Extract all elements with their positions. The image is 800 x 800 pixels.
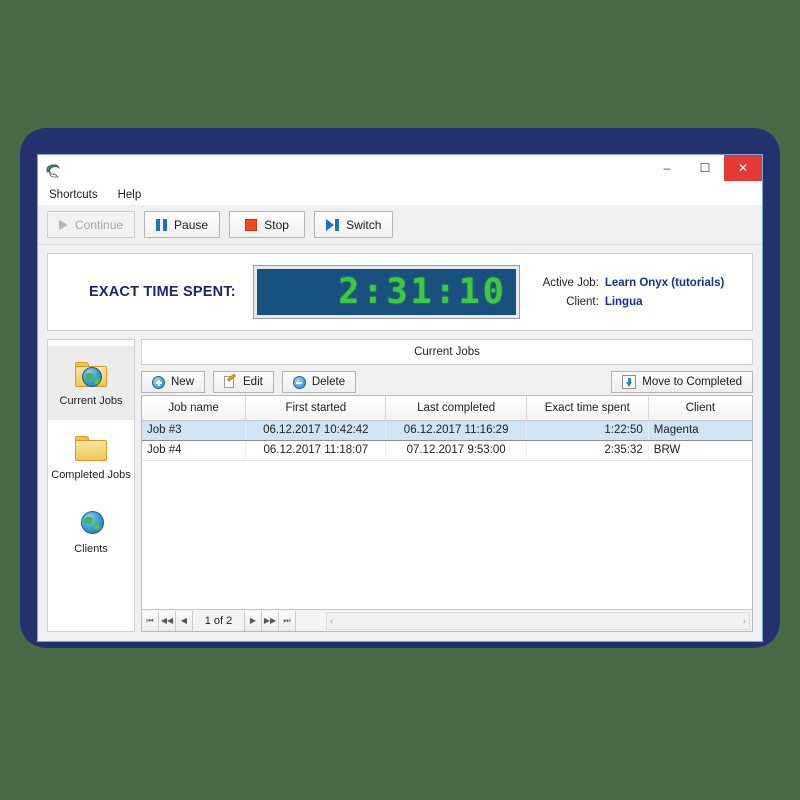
panel-title: Current Jobs: [141, 339, 753, 365]
horizontal-scrollbar[interactable]: ‹ ›: [326, 611, 750, 630]
switch-button[interactable]: Switch: [314, 211, 394, 238]
table-row[interactable]: Job #3 06.12.2017 10:42:42 06.12.2017 11…: [142, 419, 752, 441]
client-row: Client: Lingua: [541, 296, 725, 308]
table-row[interactable]: Job #4 06.12.2017 11:18:07 07.12.2017 9:…: [142, 440, 752, 461]
cell-first-started: 06.12.2017 11:18:07: [245, 440, 387, 461]
cell-last-completed: 07.12.2017 9:53:00: [385, 440, 527, 461]
sidebar-item-current-jobs[interactable]: Current Jobs: [48, 346, 134, 420]
cell-job-name: Job #3: [142, 419, 247, 441]
led-time-display: 2:31:10: [252, 265, 520, 319]
active-job-label: Active Job:: [542, 276, 599, 289]
sidebar-item-label: Clients: [74, 543, 108, 555]
minimize-button[interactable]: –: [648, 155, 686, 181]
active-job-info: Active Job: Learn Onyx (tutorials) Clien…: [541, 277, 725, 308]
grid-empty-space: [142, 460, 752, 609]
folder-icon: [73, 433, 109, 463]
active-job-row: Active Job: Learn Onyx (tutorials): [541, 277, 725, 289]
nav-prev-page-icon[interactable]: ◀◀: [159, 610, 176, 631]
nav-prev-icon[interactable]: ◀: [176, 610, 193, 631]
sidebar-item-label: Current Jobs: [59, 395, 123, 407]
nav-last-icon[interactable]: ⏭: [279, 610, 296, 631]
new-button-label: New: [171, 376, 195, 388]
maximize-button[interactable]: ☐: [686, 155, 724, 181]
nav-page-indicator: 1 of 2: [193, 610, 245, 631]
column-header-job-name[interactable]: Job name: [142, 396, 247, 421]
move-to-completed-label: Move to Completed: [642, 376, 742, 388]
close-icon: ✕: [737, 161, 749, 175]
main-panel: Current Jobs New Edit Delete Move to Com…: [141, 339, 753, 632]
exact-time-spent-label: EXACT TIME SPENT:: [89, 284, 236, 300]
jobs-table: Job name First started Last completed Ex…: [142, 396, 752, 461]
sidebar-item-clients[interactable]: Clients: [48, 494, 134, 568]
column-header-exact-time-spent[interactable]: Exact time spent: [526, 396, 649, 421]
cell-client: BRW: [648, 440, 752, 461]
cell-first-started: 06.12.2017 10:42:42: [245, 419, 387, 441]
continue-button-label: Continue: [75, 217, 124, 232]
nav-next-page-icon[interactable]: ▶▶: [262, 610, 279, 631]
cell-job-name: Job #4: [142, 440, 247, 461]
content-area: EXACT TIME SPENT: 2:31:10 Active Job: Le…: [38, 245, 762, 641]
scroll-left-icon[interactable]: ‹: [330, 616, 333, 626]
nav-next-icon[interactable]: ▶: [245, 610, 262, 631]
crud-toolbar: New Edit Delete Move to Completed: [141, 365, 753, 395]
column-header-client[interactable]: Client: [648, 396, 752, 421]
sidebar-item-label: Completed Jobs: [51, 469, 131, 481]
lower-region: Current Jobs Completed Jobs Clients Curr…: [47, 339, 753, 632]
minus-circle-icon: [292, 375, 306, 389]
stop-button-label: Stop: [264, 217, 289, 232]
title-bar: – ☐ ✕: [38, 155, 762, 185]
menu-item-shortcuts[interactable]: Shortcuts: [46, 188, 101, 202]
move-to-completed-button[interactable]: Move to Completed: [611, 371, 753, 393]
minimize-icon: –: [663, 161, 671, 175]
table-header-row: Job name First started Last completed Ex…: [142, 396, 752, 421]
client-label: Client:: [566, 295, 599, 308]
pause-button-label: Pause: [174, 217, 209, 232]
toolbar: Continue Pause Stop Switch: [38, 205, 762, 245]
grid-navigator: ⏮ ◀◀ ◀ 1 of 2 ▶ ▶▶ ⏭ ‹ ›: [142, 609, 752, 631]
menu-item-label: Shortcuts: [49, 189, 98, 201]
cell-exact-time-spent: 1:22:50: [526, 419, 649, 441]
column-header-first-started[interactable]: First started: [245, 396, 387, 421]
pause-icon: [156, 218, 168, 231]
timer-panel: EXACT TIME SPENT: 2:31:10 Active Job: Le…: [47, 253, 753, 331]
sidebar-item-completed-jobs[interactable]: Completed Jobs: [48, 420, 134, 494]
cell-last-completed: 06.12.2017 11:16:29: [385, 419, 527, 441]
pause-button[interactable]: Pause: [144, 211, 221, 238]
continue-button[interactable]: Continue: [47, 211, 136, 238]
client-value: Lingua: [604, 295, 643, 308]
app-icon: [44, 161, 62, 179]
led-time-value: 2:31:10: [338, 271, 507, 312]
window-controls: – ☐ ✕: [648, 155, 762, 181]
edit-button-label: Edit: [243, 376, 263, 388]
application-window: – ☐ ✕ Shortcuts Help Continue Pause Stop…: [37, 154, 763, 642]
maximize-icon: ☐: [699, 161, 711, 175]
plus-circle-icon: [152, 375, 165, 389]
move-down-icon: [622, 375, 637, 389]
cell-exact-time-spent: 2:35:32: [526, 440, 649, 461]
stop-button[interactable]: Stop: [229, 211, 306, 238]
nav-first-icon[interactable]: ⏮: [142, 610, 159, 631]
cell-client: Magenta: [648, 419, 752, 441]
menu-item-help[interactable]: Help: [115, 188, 145, 202]
menu-item-label: Help: [117, 189, 142, 201]
stop-icon: [245, 218, 258, 231]
pencil-icon: [224, 373, 237, 389]
delete-button[interactable]: Delete: [281, 371, 357, 393]
delete-button-label: Delete: [311, 376, 346, 388]
new-button[interactable]: New: [141, 371, 206, 393]
menu-bar: Shortcuts Help: [38, 185, 762, 205]
play-icon: [59, 219, 68, 230]
globe-icon: [73, 507, 109, 537]
column-header-last-completed[interactable]: Last completed: [385, 396, 527, 421]
close-button[interactable]: ✕: [724, 155, 762, 181]
edit-button[interactable]: Edit: [213, 371, 274, 393]
folder-globe-icon: [73, 359, 109, 389]
scroll-right-icon[interactable]: ›: [743, 616, 746, 626]
active-job-value: Learn Onyx (tutorials): [604, 276, 725, 289]
switch-icon: [326, 218, 340, 231]
switch-button-label: Switch: [346, 217, 382, 232]
sidebar: Current Jobs Completed Jobs Clients: [47, 339, 135, 632]
jobs-grid: Job name First started Last completed Ex…: [141, 395, 753, 632]
